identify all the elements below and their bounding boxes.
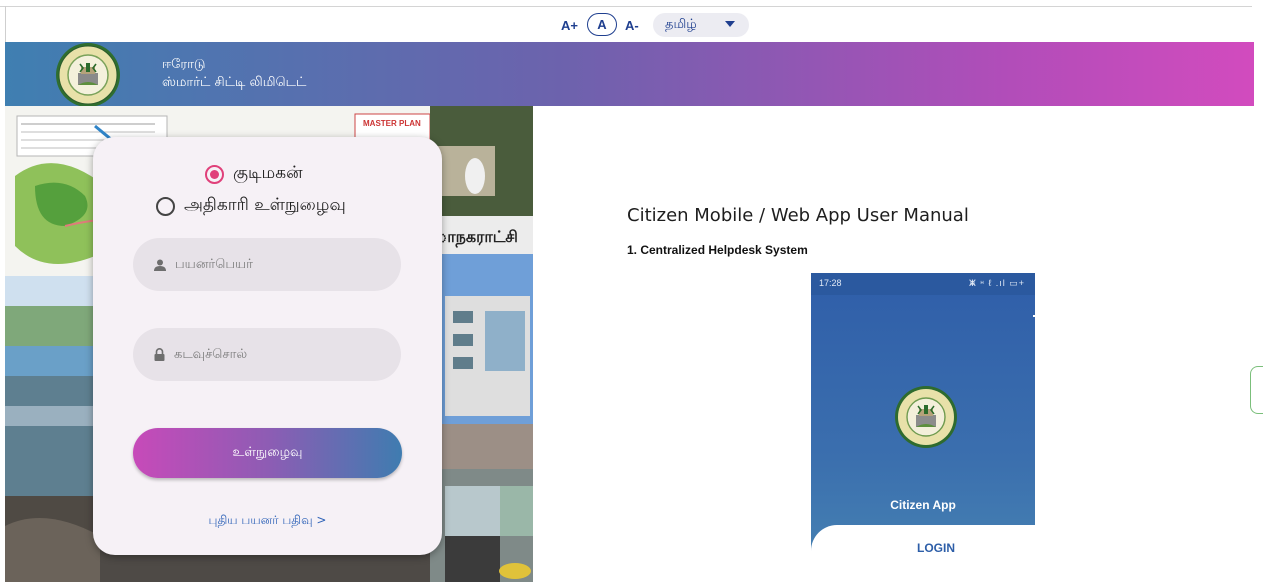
font-increase-button[interactable]: A+ [561, 13, 578, 37]
chevron-down-icon [725, 21, 735, 27]
lock-icon [154, 348, 165, 361]
font-decrease-button[interactable]: A- [625, 13, 639, 37]
font-normal-button[interactable]: A [587, 13, 617, 36]
phone-login-button: LOGIN [917, 541, 955, 555]
language-select[interactable]: தமிழ் [653, 13, 749, 37]
role-citizen-label: குடிமகன் [233, 163, 303, 183]
register-link[interactable]: புதிய பயனர் பதிவு > [93, 513, 442, 529]
banner-text: ாநகராட்சி [435, 227, 518, 247]
header-title-line1: ஈரோடு [162, 57, 206, 72]
role-citizen-option[interactable]: குடிமகன் [205, 163, 303, 185]
username-placeholder: பயனர்பெயர் [175, 256, 253, 272]
page: A+ A A- தமிழ் ஈரோடு ஸ்மார்ட் சிட்டி லிமி… [0, 0, 1263, 582]
login-card: குடிமகன் அதிகாரி உள்நுழைவு பயனர்பெயர் கட… [93, 137, 442, 555]
language-select-value: தமிழ் [665, 17, 697, 32]
erode-smart-city-logo[interactable] [53, 42, 123, 112]
top-divider [0, 6, 1252, 7]
radio-unselected-icon[interactable] [156, 196, 175, 216]
role-official-option[interactable]: அதிகாரி உள்நுழைவு [156, 195, 346, 217]
left-divider [5, 6, 6, 42]
side-feedback-tab[interactable] [1250, 366, 1263, 414]
accessibility-bar: A+ A A- தமிழ் [0, 0, 1263, 42]
phone-app-name: Citizen App [890, 498, 956, 512]
phone-time: 17:28 [819, 278, 842, 288]
user-icon [154, 259, 166, 271]
manual-section-heading: 1. Centralized Helpdesk System [627, 243, 808, 257]
phone-screenshot: 17:28 ⵥ ᵸ ℓ .ıl ▭+ Citizen App LOGIN [811, 273, 1035, 582]
password-placeholder: கடவுச்சொல் [174, 346, 248, 362]
phone-status-icons: ⵥ ᵸ ℓ .ıl ▭+ [968, 278, 1025, 288]
map-caption: MASTER PLAN [363, 119, 421, 128]
role-official-label: அதிகாரி உள்நுழைவு [184, 195, 346, 215]
login-button[interactable]: உள்நுழைவு [133, 428, 402, 478]
header-title-line2: ஸ்மார்ட் சிட்டி லிமிடெட் [162, 75, 307, 90]
username-field[interactable]: பயனர்பெயர் [133, 238, 401, 291]
gear-icon [1033, 315, 1035, 317]
password-field[interactable]: கடவுச்சொல் [133, 328, 401, 381]
radio-selected-icon[interactable] [205, 164, 224, 184]
phone-status-bar: 17:28 ⵥ ᵸ ℓ .ıl ▭+ [811, 273, 1035, 295]
site-header: ஈரோடு ஸ்மார்ட் சிட்டி லிமிடெட் [5, 42, 1254, 107]
manual-title: Citizen Mobile / Web App User Manual [627, 205, 969, 226]
citizen-app-logo [895, 386, 957, 448]
